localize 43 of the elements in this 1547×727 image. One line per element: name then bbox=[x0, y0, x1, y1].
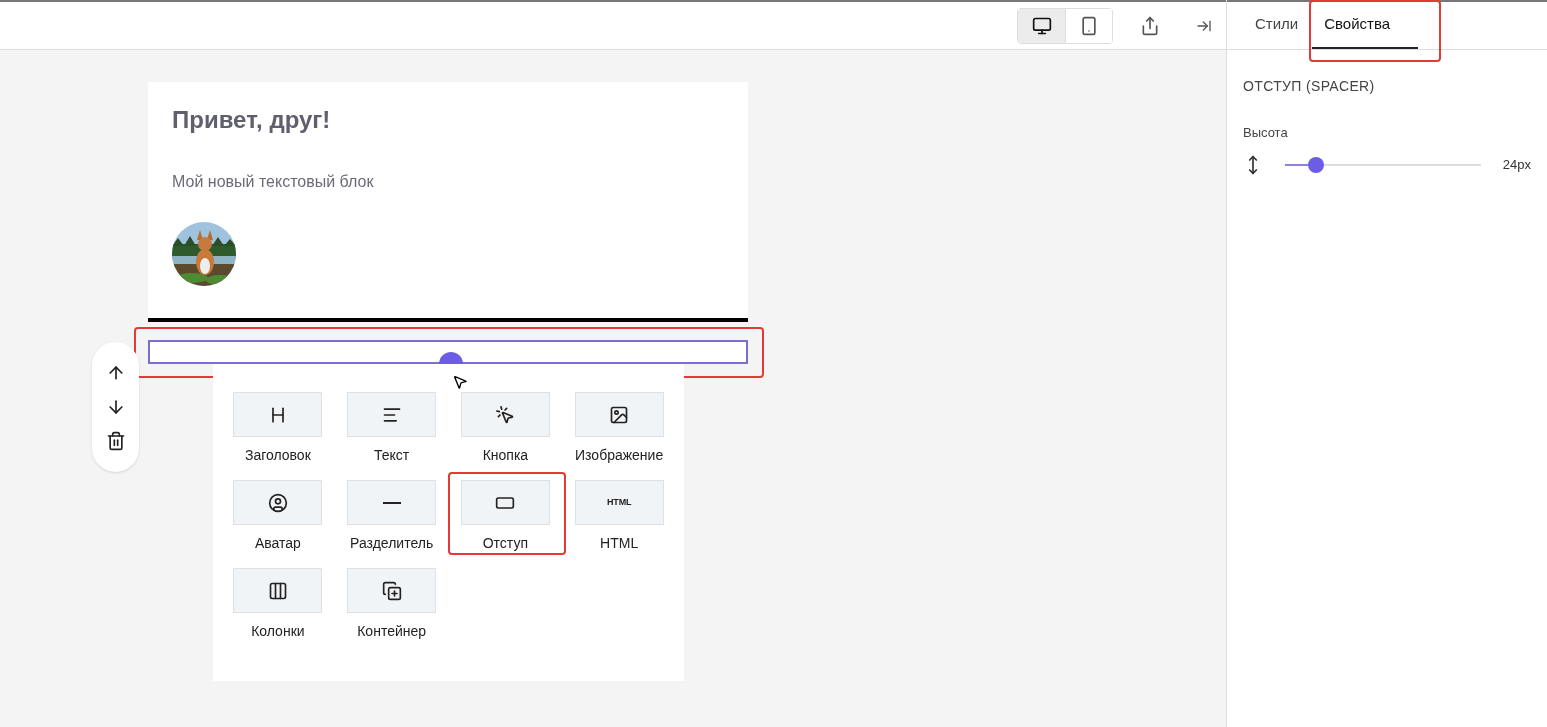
minus-icon bbox=[382, 501, 401, 504]
email-text: Мой новый текстовый блок bbox=[172, 172, 375, 192]
block-label: Аватар bbox=[254, 534, 301, 553]
block-label: Контейнер bbox=[357, 622, 427, 641]
section-title: ОТСТУП (SPACER) bbox=[1243, 77, 1376, 96]
slider-value: 24px bbox=[1502, 155, 1531, 174]
columns-icon bbox=[267, 580, 288, 601]
cursor-icon bbox=[452, 374, 468, 390]
block-tile[interactable] bbox=[347, 568, 437, 613]
block-label: Разделитель bbox=[350, 534, 434, 553]
block-label: HTML bbox=[600, 534, 639, 553]
device-toggle[interactable] bbox=[1018, 8, 1065, 43]
slider-thumb[interactable] bbox=[1308, 156, 1325, 173]
block-tile[interactable] bbox=[460, 480, 550, 525]
block-tile[interactable] bbox=[233, 392, 323, 437]
block-tile[interactable]: HTML bbox=[574, 480, 664, 525]
block-tile[interactable] bbox=[233, 568, 323, 613]
block-tile[interactable] bbox=[233, 480, 323, 525]
block-label: Кнопка bbox=[482, 446, 529, 465]
email-heading: Привет, друг! bbox=[172, 105, 332, 135]
block-tile[interactable] bbox=[460, 392, 550, 437]
block-label: Изображение bbox=[575, 446, 664, 465]
monitor-icon bbox=[1031, 15, 1052, 36]
block-tile[interactable] bbox=[347, 480, 437, 525]
block-label: Текст bbox=[374, 446, 410, 465]
image-icon bbox=[609, 404, 630, 425]
block-label: Заголовок bbox=[244, 446, 311, 465]
delete-button[interactable] bbox=[105, 431, 126, 451]
share-icon bbox=[1140, 15, 1160, 36]
block-tile[interactable] bbox=[574, 392, 664, 437]
block-label: Колонки bbox=[251, 622, 305, 641]
phone-icon bbox=[1079, 15, 1099, 36]
device-toggle[interactable] bbox=[1065, 8, 1112, 43]
user-circle-icon bbox=[267, 492, 288, 513]
block-label: Отступ bbox=[482, 534, 528, 553]
add-layers-icon bbox=[381, 580, 402, 601]
html-glyph: HTML bbox=[607, 495, 632, 509]
block-tile[interactable] bbox=[347, 392, 437, 437]
field-label: Высота bbox=[1243, 124, 1289, 142]
button-click-icon bbox=[495, 404, 516, 425]
panel-tab[interactable]: Стили bbox=[1243, 2, 1311, 49]
panel-tab[interactable]: Свойства bbox=[1312, 2, 1419, 49]
spacer-block[interactable] bbox=[148, 340, 748, 364]
